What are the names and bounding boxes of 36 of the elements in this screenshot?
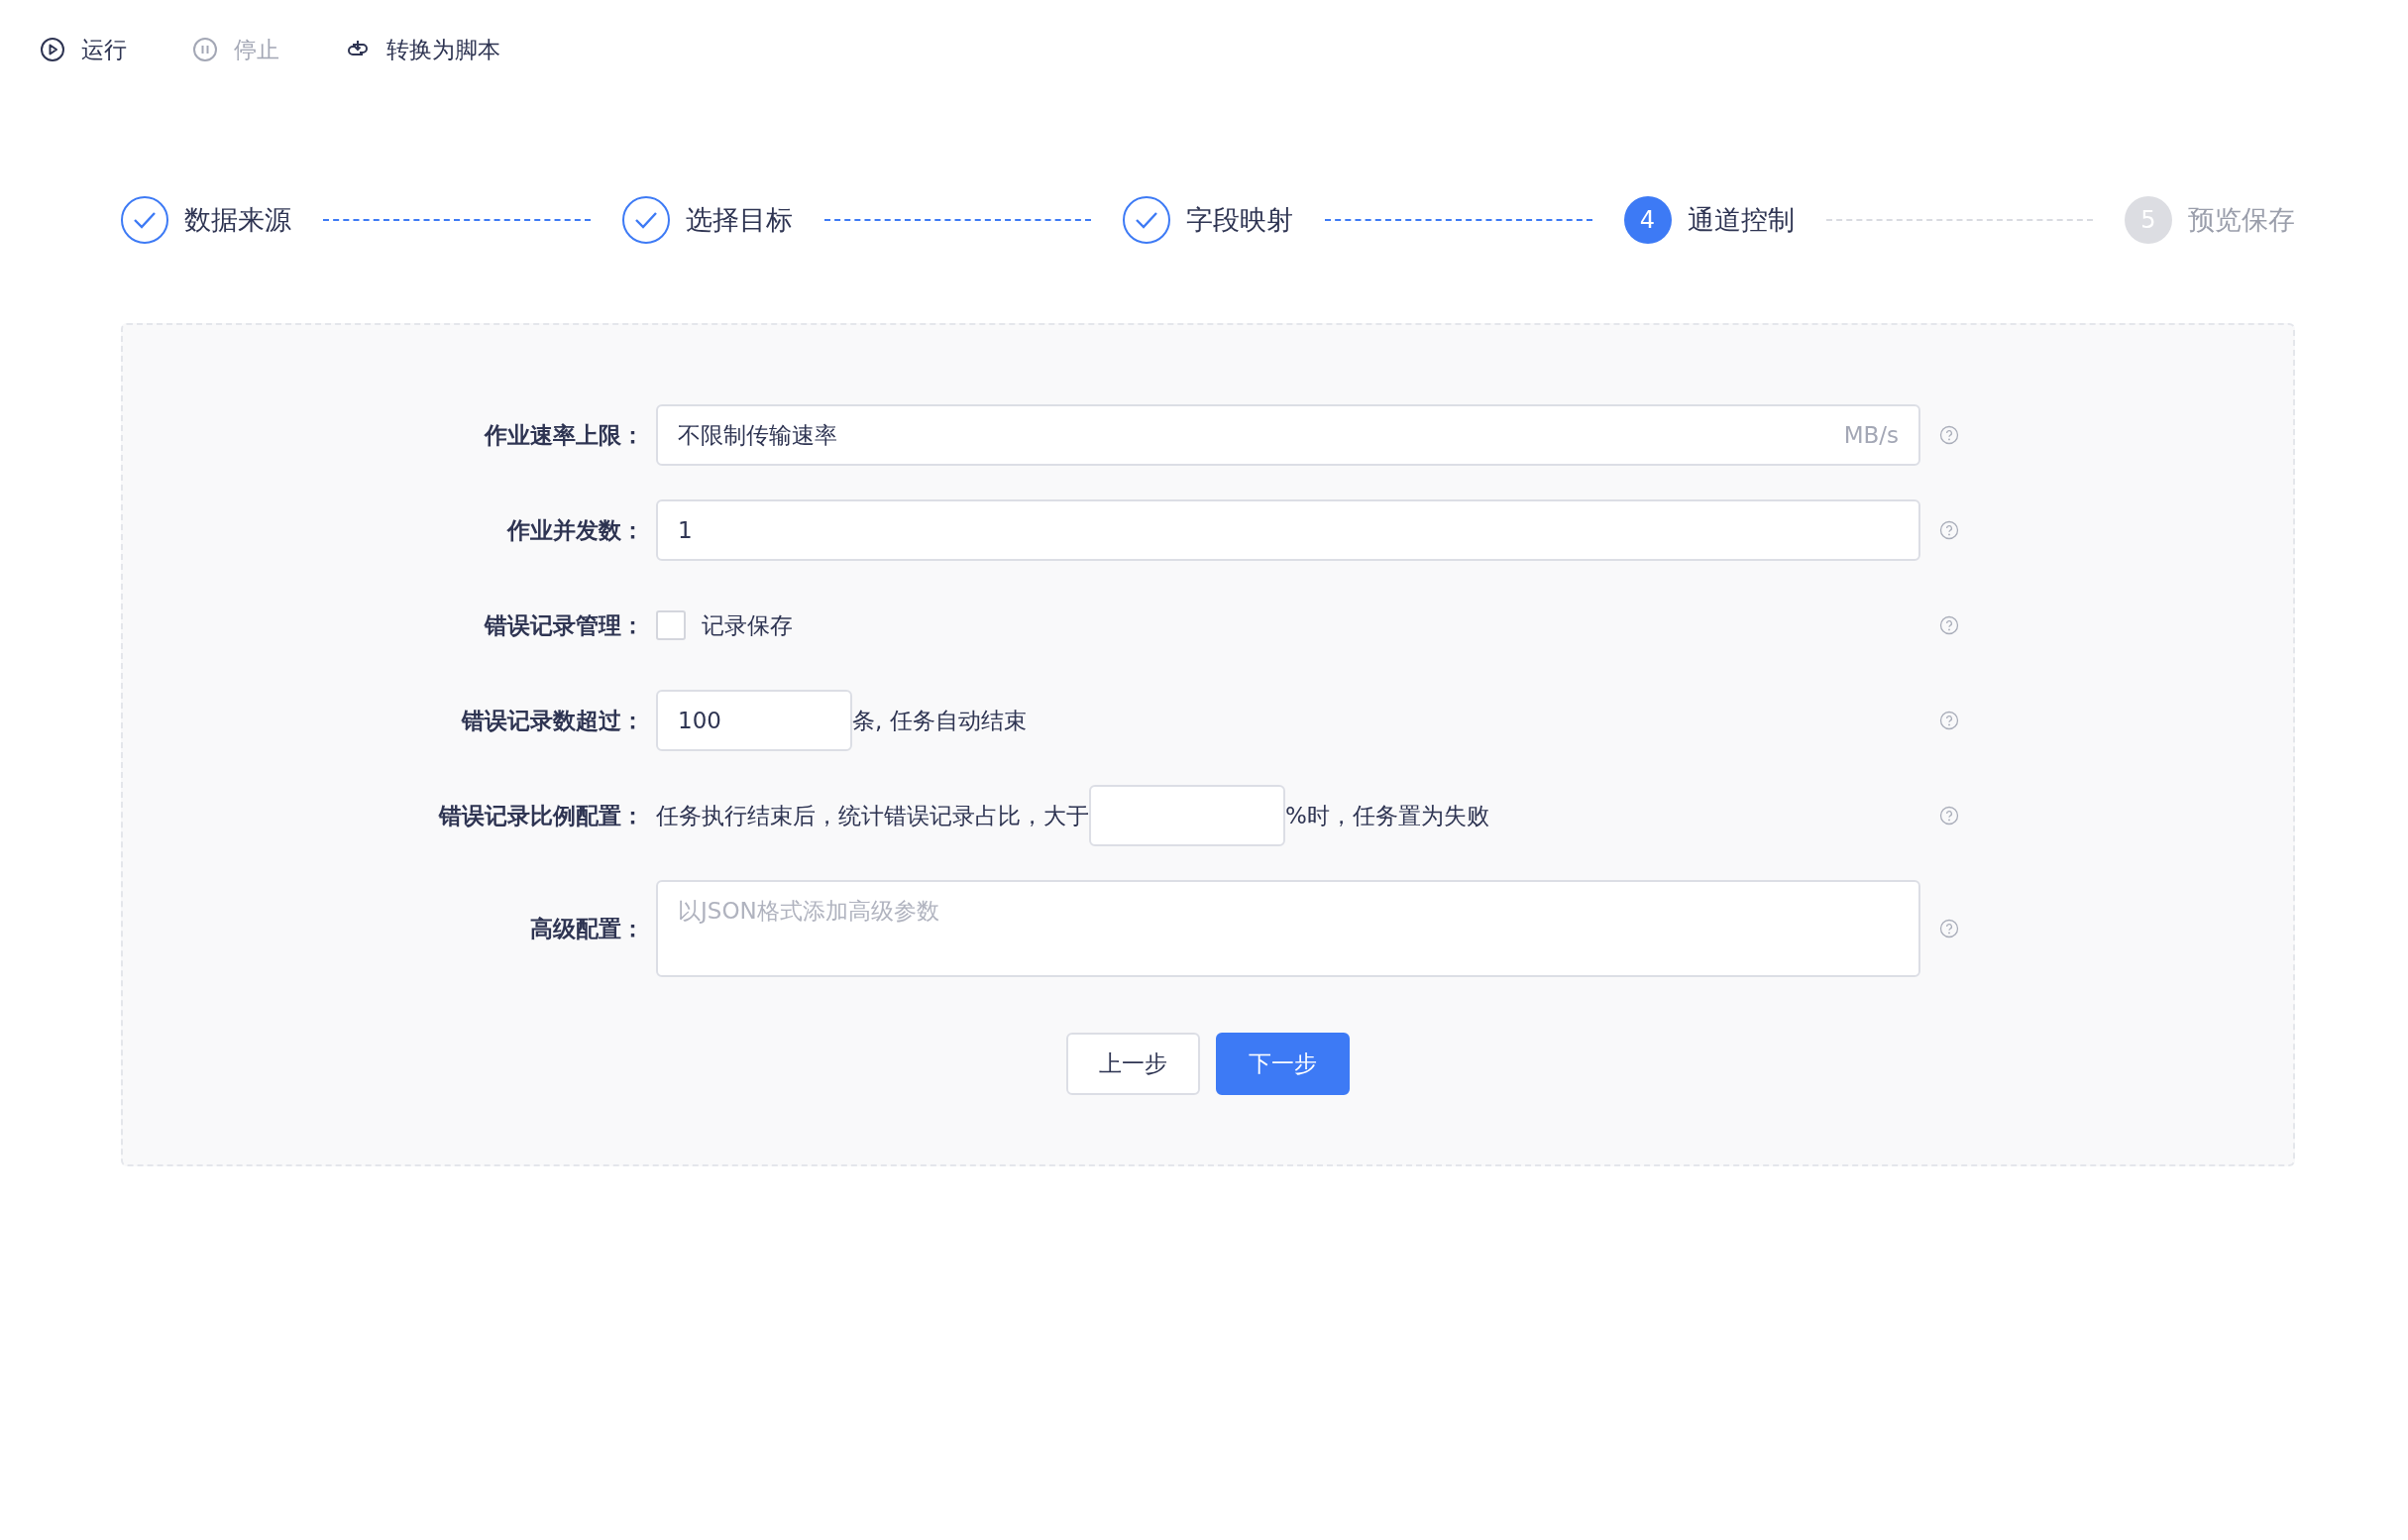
step-title: 通道控制 [1687, 203, 1795, 237]
help-icon[interactable] [1939, 425, 1959, 445]
help-icon[interactable] [1939, 806, 1959, 825]
step-number: 4 [1623, 196, 1672, 244]
field-label: 作业并发数： [505, 515, 645, 545]
step-title: 字段映射 [1186, 203, 1293, 237]
input-field[interactable]: 1 [656, 499, 1920, 561]
previous-button[interactable]: 上一步 [1066, 1033, 1200, 1095]
pause-icon [192, 37, 218, 62]
form-text: %时，任务置为失败 [1285, 801, 1489, 830]
input-field[interactable]: 不限制传输速率 MB/s [656, 404, 1920, 466]
form-text: 条, 任务自动结束 [852, 706, 1027, 735]
next-button[interactable]: 下一步 [1216, 1033, 1350, 1095]
field-label: 作业速率上限： [483, 420, 645, 450]
field-label: 错误记录数超过： [460, 706, 645, 735]
help-icon[interactable] [1939, 711, 1959, 730]
help-icon[interactable] [1939, 919, 1959, 938]
check-icon [121, 196, 168, 244]
help-icon[interactable] [1939, 520, 1959, 540]
checkbox-label: 记录保存 [702, 610, 793, 640]
step-title: 选择目标 [685, 203, 793, 237]
toolbar-button[interactable]: 转换为脚本 [345, 34, 500, 65]
step-title: 数据来源 [184, 203, 291, 237]
field-label: 错误记录比例配置： [437, 801, 645, 830]
field-label: 高级配置： [529, 914, 645, 943]
input-field[interactable] [1089, 785, 1285, 846]
help-icon[interactable] [1939, 615, 1959, 635]
check-icon [1123, 196, 1170, 244]
step-title: 预览保存 [2188, 203, 2295, 237]
checkbox[interactable] [656, 610, 686, 640]
field-label: 错误记录管理： [483, 610, 645, 640]
toolbar-button[interactable]: 运行 [40, 34, 127, 65]
check-icon [621, 196, 670, 244]
form-text: 任务执行结束后，统计错误记录占比，大于 [656, 801, 1089, 830]
play-icon [40, 37, 65, 62]
input-field[interactable]: 100 [656, 690, 852, 751]
